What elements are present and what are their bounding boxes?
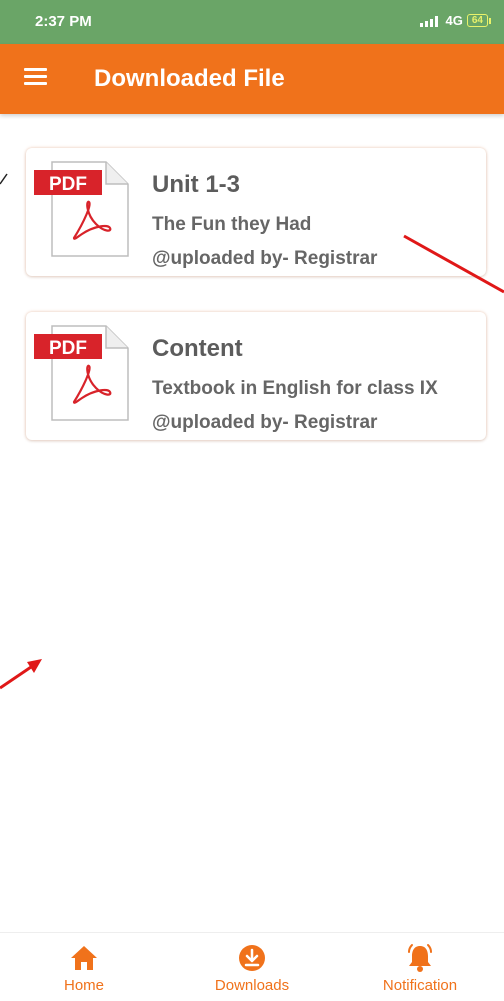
bell-icon (408, 944, 432, 972)
nav-home-label: Home (63, 977, 104, 994)
status-bar: 2:37 PM 4G 64 (0, 0, 504, 44)
nav-home[interactable]: Home (0, 933, 168, 1001)
home-icon (71, 946, 97, 970)
status-time: 2:37 PM (35, 13, 92, 30)
page-title: Downloaded File (94, 65, 285, 92)
signal-icon (419, 15, 438, 27)
file-title: Unit 1-3 (152, 171, 241, 198)
file-subtitle: The Fun they Had (152, 214, 312, 235)
file-card[interactable]: PDF Content Textbook in English for clas… (26, 312, 486, 440)
hamburger-menu-icon[interactable] (24, 66, 50, 90)
annotation-mark (0, 173, 8, 185)
annotation-arrow-right (403, 234, 504, 294)
pdf-label: PDF (49, 338, 87, 359)
file-title: Content (152, 335, 243, 362)
network-type: 4G (445, 13, 463, 28)
app-bar: Downloaded File (0, 44, 504, 114)
nav-notification-label: Notification (382, 977, 458, 994)
annotation-arrow-left (0, 659, 42, 690)
status-icons: 4G 64 (419, 13, 492, 28)
file-uploader: @uploaded by- Registrar (152, 412, 378, 433)
pdf-label: PDF (49, 174, 87, 195)
nav-downloads-label: Downloads (214, 977, 290, 994)
download-icon (239, 945, 265, 971)
nav-notification[interactable]: Notification (336, 933, 504, 1001)
nav-downloads[interactable]: Downloads (168, 933, 336, 1001)
bottom-navigation: Home Downloads Notification (0, 932, 504, 1001)
file-uploader: @uploaded by- Registrar (152, 248, 378, 269)
battery-icon: 64 (466, 14, 492, 27)
pdf-file-icon: PDF (34, 325, 129, 421)
pdf-file-icon: PDF (34, 161, 129, 257)
file-subtitle: Textbook in English for class IX (152, 378, 438, 399)
